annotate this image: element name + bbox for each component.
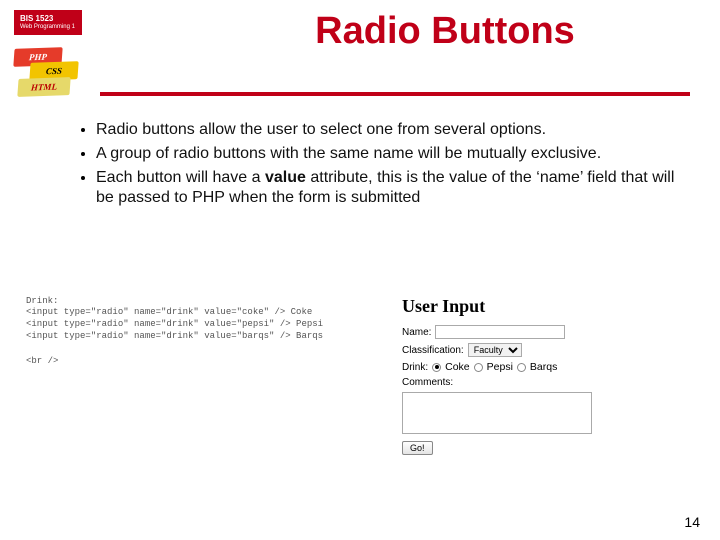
code-label: Drink: xyxy=(26,296,364,306)
comments-label: Comments: xyxy=(402,377,453,388)
page-number: 14 xyxy=(684,514,700,530)
form-preview-panel: User Input Name: Classification: Faculty… xyxy=(396,290,686,465)
radio-pepsi[interactable] xyxy=(474,363,483,372)
radio-barqs-label: Barqs xyxy=(530,361,557,373)
brick-html-icon: HTML xyxy=(17,77,70,97)
radio-coke[interactable] xyxy=(432,363,441,372)
radio-pepsi-label: Pepsi xyxy=(487,361,513,373)
course-name: Web Programming 1 xyxy=(20,24,76,31)
bullet-3: Each button will have a value attribute,… xyxy=(96,168,690,208)
name-label: Name: xyxy=(402,327,431,338)
lego-logo: PHP CSS HTML xyxy=(10,48,80,103)
slide-title: Radio Buttons xyxy=(200,10,690,53)
course-badge: BIS 1523 Web Programming 1 xyxy=(14,10,82,35)
comments-textarea[interactable] xyxy=(402,392,592,434)
code-example-panel: Drink: <input type="radio" name="drink" … xyxy=(20,290,370,465)
radio-coke-label: Coke xyxy=(445,361,470,373)
name-input[interactable] xyxy=(435,325,565,339)
content-area: Radio buttons allow the user to select o… xyxy=(78,120,690,212)
bullet-2: A group of radio buttons with the same n… xyxy=(96,144,690,164)
bullet-1: Radio buttons allow the user to select o… xyxy=(96,120,690,140)
course-code: BIS 1523 xyxy=(20,14,53,23)
code-block: <input type="radio" name="drink" value="… xyxy=(26,306,364,367)
title-divider xyxy=(100,92,690,96)
classification-select[interactable]: Faculty xyxy=(468,343,522,357)
classification-label: Classification: xyxy=(402,345,464,356)
radio-barqs[interactable] xyxy=(517,363,526,372)
submit-button[interactable]: Go! xyxy=(402,441,433,455)
form-title: User Input xyxy=(402,296,680,317)
drink-label: Drink: xyxy=(402,362,428,373)
